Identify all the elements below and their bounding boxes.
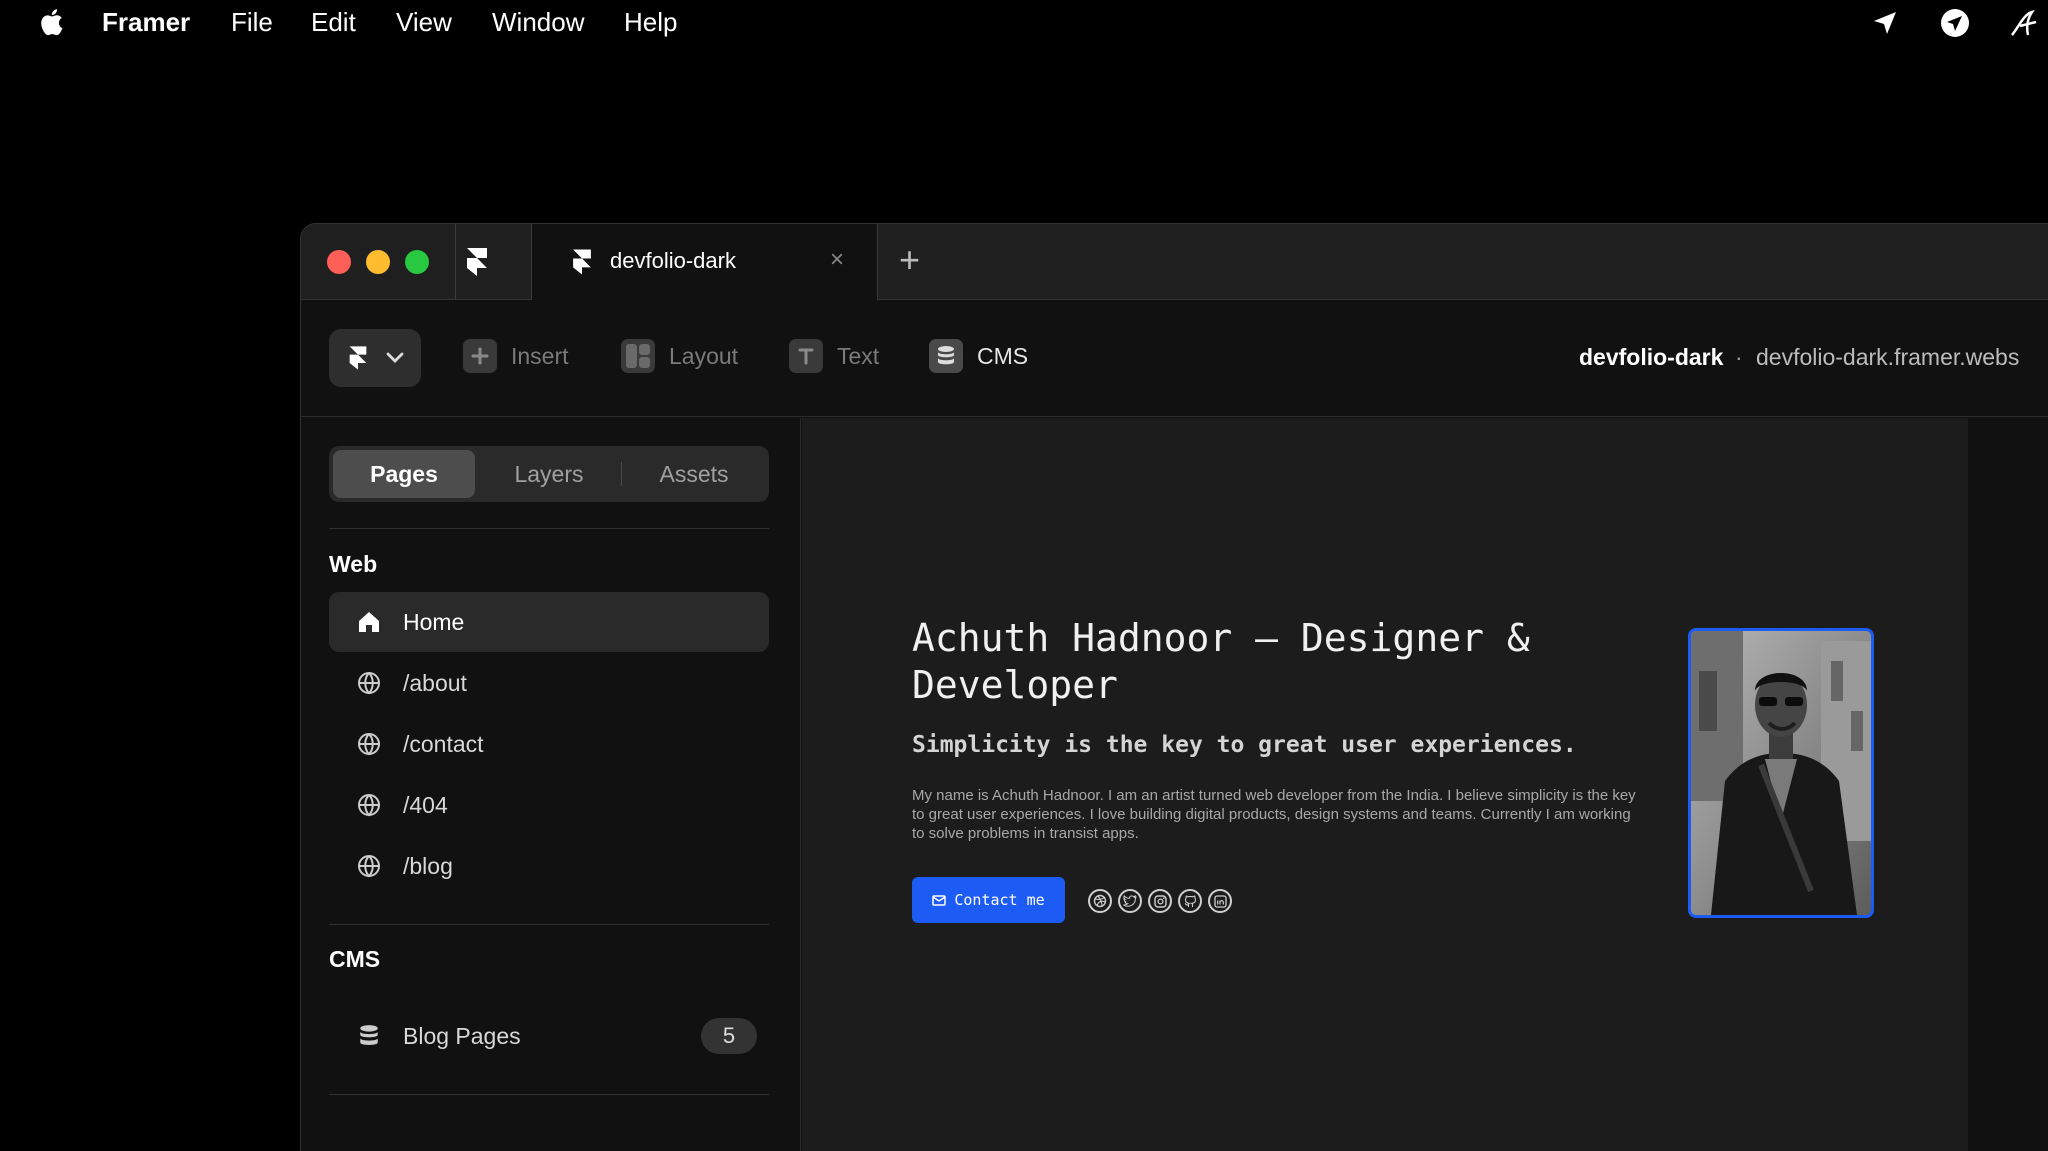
twitter-icon[interactable] (1118, 889, 1142, 913)
page-item-404[interactable]: /404 (329, 775, 769, 835)
globe-icon (358, 733, 380, 756)
tab-assets[interactable]: Assets (623, 450, 765, 498)
framer-home-tab-icon[interactable] (459, 244, 495, 280)
divider (329, 1094, 769, 1095)
page-item-blog[interactable]: /blog (329, 836, 769, 896)
cms-label: CMS (977, 342, 1029, 369)
tab-layers[interactable]: Layers (479, 450, 619, 498)
globe-icon (358, 855, 380, 878)
database-icon (929, 339, 963, 373)
page-item-label: /about (403, 670, 467, 696)
page-item-label: /contact (403, 731, 484, 757)
apple-icon[interactable] (38, 8, 64, 36)
left-sidebar: Pages Layers Assets Web Home /about /con… (301, 418, 801, 1151)
page-item-home[interactable]: Home (329, 592, 769, 652)
cms-item-blog-pages[interactable]: Blog Pages 5 (329, 1006, 769, 1066)
linkedin-icon[interactable] (1208, 889, 1232, 913)
tab-label: devfolio-dark (610, 248, 736, 273)
page-item-contact[interactable]: /contact (329, 714, 769, 774)
page-item-about[interactable]: /about (329, 653, 769, 713)
new-tab-button[interactable]: + (899, 240, 920, 280)
page-item-label: /404 (403, 792, 448, 818)
count-badge: 5 (701, 1018, 757, 1054)
tab-pages[interactable]: Pages (333, 450, 475, 498)
github-icon[interactable] (1178, 889, 1202, 913)
home-icon (359, 612, 379, 632)
contact-me-button[interactable]: Contact me (912, 877, 1065, 923)
project-url-link[interactable]: devfolio-dark.framer.webs (1756, 344, 2019, 371)
cms-button[interactable]: CMS (929, 339, 1028, 373)
text-label: Text (837, 342, 880, 369)
tab-divider (877, 224, 878, 300)
minimize-window-button[interactable] (366, 250, 390, 274)
page-item-label: Home (403, 609, 465, 635)
framer-window: devfolio-dark × + Insert Layout Text CMS… (300, 223, 2048, 1151)
menu-view[interactable]: View (396, 8, 452, 36)
cms-item-label: Blog Pages (403, 1023, 521, 1049)
tab-devfolio-dark[interactable]: devfolio-dark × (532, 224, 877, 301)
globe-icon (358, 794, 380, 817)
layout-button[interactable]: Layout (621, 339, 738, 373)
menu-edit[interactable]: Edit (311, 8, 356, 36)
sidebar-tab-switcher: Pages Layers Assets (329, 446, 769, 502)
tab-divider (455, 224, 456, 300)
mail-icon (932, 894, 947, 906)
framer-menu-button[interactable] (329, 329, 421, 387)
menu-help[interactable]: Help (624, 8, 677, 36)
insert-label: Insert (511, 342, 569, 369)
web-section-title: Web (329, 551, 378, 577)
portrait-photo (1691, 631, 1871, 915)
location-arrow-icon[interactable] (1870, 8, 1900, 38)
page-item-label: /blog (403, 853, 453, 879)
divider (329, 528, 769, 529)
tab-close-icon[interactable]: × (830, 248, 844, 272)
divider (329, 924, 769, 925)
menu-bar: Framer File Edit View Window Help (0, 0, 2048, 44)
zoom-window-button[interactable] (405, 250, 429, 274)
hero-subtitle[interactable]: Simplicity is the key to great user expe… (912, 732, 1577, 758)
menu-app-name[interactable]: Framer (102, 8, 190, 36)
menu-file[interactable]: File (231, 8, 273, 36)
globe-icon (358, 672, 380, 695)
hero-body-text[interactable]: My name is Achuth Hadnoor. I am an artis… (912, 786, 1642, 843)
text-button[interactable]: Text (789, 339, 879, 373)
plus-icon (463, 339, 497, 373)
insert-button[interactable]: Insert (463, 339, 569, 373)
close-window-button[interactable] (327, 250, 351, 274)
layout-icon (621, 339, 655, 373)
home-artboard[interactable]: Achuth Hadnoor — Designer & Developer Si… (802, 418, 1968, 1151)
framer-logo-icon (349, 346, 367, 370)
toolbar: Insert Layout Text CMS devfolio-dark · d… (301, 301, 2048, 417)
app-tray-icon[interactable] (2010, 8, 2040, 38)
title-bar: devfolio-dark × + (301, 224, 2048, 301)
instagram-icon[interactable] (1148, 889, 1172, 913)
contact-me-label: Contact me (954, 891, 1045, 909)
tab-divider (621, 462, 622, 486)
layout-label: Layout (669, 342, 739, 369)
dribbble-icon[interactable] (1088, 889, 1112, 913)
chevron-down-icon (386, 352, 404, 363)
cms-section-title: CMS (329, 946, 381, 972)
portrait-image[interactable] (1688, 628, 1874, 918)
project-separator: · (1735, 344, 1743, 370)
design-canvas[interactable]: Achuth Hadnoor — Designer & Developer Si… (802, 418, 2048, 1151)
text-icon (789, 339, 823, 373)
hero-title[interactable]: Achuth Hadnoor — Designer & Developer (912, 615, 1552, 709)
menu-window[interactable]: Window (492, 8, 584, 36)
send-circle-icon[interactable] (1940, 8, 1970, 38)
database-icon (360, 1025, 378, 1045)
project-name[interactable]: devfolio-dark (1579, 344, 1723, 371)
framer-logo-icon (573, 249, 591, 275)
